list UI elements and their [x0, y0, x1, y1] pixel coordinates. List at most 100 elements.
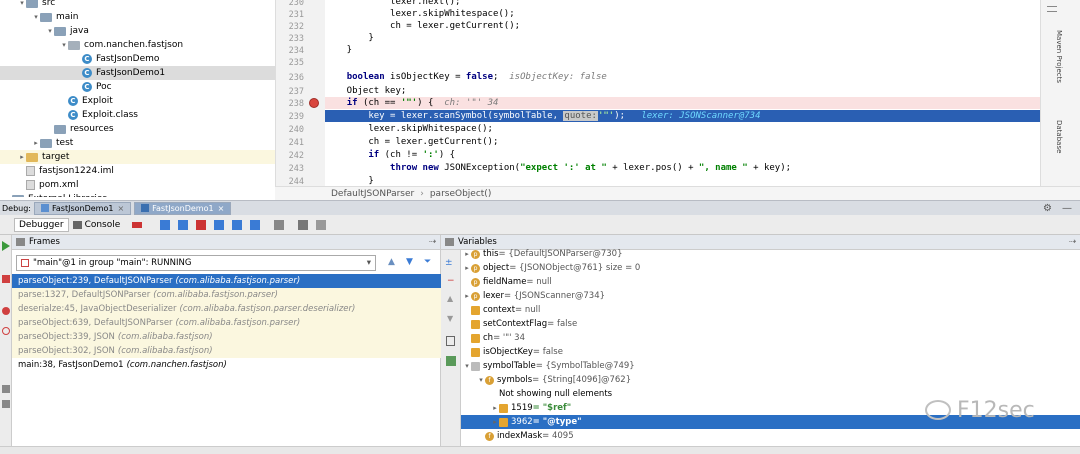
run-to-cursor-icon[interactable] — [250, 219, 261, 230]
chevron-down-icon[interactable]: ▾ — [477, 376, 485, 384]
drop-frame-icon[interactable] — [232, 219, 243, 230]
tree-item[interactable]: fastjson1224.iml — [0, 164, 275, 178]
tree-item[interactable]: ▸ External Libraries — [0, 192, 275, 197]
debug-session-tab[interactable]: FastJsonDemo1 × — [34, 201, 132, 215]
variable-row[interactable]: ▾ f symbols = {String[4096]@762} — [461, 373, 1080, 387]
frame-method: parseObject:302, JSON — [18, 346, 115, 356]
variable-value: = {String[4096]@762} — [532, 375, 632, 385]
close-icon[interactable]: × — [218, 204, 225, 213]
variable-row[interactable]: ▾ symbolTable = {SymbolTable@749} — [461, 359, 1080, 373]
tree-item[interactable]: ▾ src — [0, 0, 275, 10]
evaluate-expression-icon[interactable] — [274, 219, 285, 230]
tree-item[interactable]: ▸ test — [0, 136, 275, 150]
code-editor[interactable]: lexer.next(); lexer.skipWhitespace(); ch… — [325, 0, 1040, 186]
chevron-right-icon[interactable]: ▸ — [32, 139, 40, 147]
frame-row[interactable]: parse:1327, DefaultJSONParser (com.alibab… — [12, 288, 441, 302]
maven-projects-tab[interactable]: Maven Projects — [1055, 30, 1063, 83]
tree-item[interactable]: C FastJsonDemo1 — [0, 66, 275, 80]
variable-row[interactable]: setContextFlag = false — [461, 317, 1080, 331]
thread-selector[interactable]: "main"@1 in group "main": RUNNING ▾ — [16, 255, 376, 271]
step-over-icon[interactable] — [160, 219, 171, 230]
breakpoint-icon[interactable] — [309, 98, 319, 108]
chevron-right-icon[interactable]: ▸ — [463, 264, 471, 272]
mute-breakpoints-icon[interactable] — [2, 327, 10, 335]
force-step-into-icon[interactable] — [196, 219, 207, 230]
restore-layout-icon[interactable]: ⇢ — [1069, 237, 1076, 247]
folder-icon — [40, 12, 52, 22]
chevron-right-icon[interactable]: ▸ — [491, 418, 499, 426]
chevron-right-icon[interactable]: ▸ — [463, 250, 471, 258]
breadcrumb-method[interactable]: parseObject() — [430, 189, 492, 199]
remove-watch-icon[interactable]: − — [447, 276, 455, 286]
tree-item[interactable]: resources — [0, 122, 275, 136]
chevron-down-icon[interactable]: ▾ — [60, 41, 68, 49]
debug-session-tab-active[interactable]: FastJsonDemo1 × — [134, 201, 232, 215]
variables-toolbar: ± − ▲ ▼ — [441, 250, 461, 454]
chevron-right-icon[interactable]: ▸ — [463, 292, 471, 300]
watermark: F12sec — [925, 395, 1035, 425]
class-icon: C — [82, 82, 92, 92]
chevron-right-icon[interactable]: ▸ — [4, 195, 12, 197]
chevron-down-icon[interactable]: ▾ — [367, 258, 371, 268]
variable-row[interactable]: isObjectKey = false — [461, 345, 1080, 359]
new-watch-icon[interactable]: ± — [445, 258, 453, 268]
chevron-down-icon[interactable]: ▾ — [463, 362, 471, 370]
frame-row[interactable]: parseObject:339, JSON (com.alibaba.fastjs… — [12, 330, 441, 344]
move-down-icon[interactable]: ▼ — [447, 314, 453, 323]
tree-item[interactable]: C Exploit — [0, 94, 275, 108]
copy-icon[interactable] — [446, 336, 455, 346]
settings-icon[interactable] — [316, 219, 327, 230]
debug-control-strip — [0, 235, 12, 454]
frame-row[interactable]: parseObject:639, DefaultJSONParser (com.a… — [12, 316, 441, 330]
thread-up-icon[interactable]: ▲ — [388, 257, 395, 267]
editor-gutter[interactable]: 230 231 232 233 234 235 236 237 238 239 240 241 242 2… — [275, 0, 325, 187]
chevron-down-icon[interactable]: ▾ — [32, 13, 40, 21]
settings-icon[interactable] — [2, 400, 10, 408]
tree-item[interactable]: ▾ com.nanchen.fastjson — [0, 38, 275, 52]
variable-row[interactable]: ▸ p object = {JSONObject@761} size = 0 — [461, 261, 1080, 275]
get-thread-dump-icon[interactable] — [2, 385, 10, 393]
filter-icon[interactable]: ⏷ — [424, 257, 431, 267]
step-out-icon[interactable] — [214, 219, 225, 230]
variable-row[interactable]: ch = '"' 34 — [461, 331, 1080, 345]
tree-item[interactable]: C Exploit.class — [0, 108, 275, 122]
frame-row[interactable]: deserialze:45, JavaObjectDeserializer (co… — [12, 302, 441, 316]
chevron-right-icon[interactable]: ▸ — [491, 404, 499, 412]
minimize-icon[interactable]: — — [1062, 203, 1072, 214]
tree-item[interactable]: C Poc — [0, 80, 275, 94]
resume-icon[interactable] — [2, 241, 10, 251]
breadcrumb-class[interactable]: DefaultJSONParser — [331, 189, 414, 199]
move-up-icon[interactable]: ▲ — [447, 294, 453, 303]
frame-row[interactable]: parseObject:239, DefaultJSONParser (com.a… — [12, 274, 441, 288]
show-execution-point-icon[interactable] — [132, 221, 143, 228]
chevron-down-icon[interactable]: ▾ — [46, 27, 54, 35]
show-watches-icon[interactable] — [446, 356, 456, 366]
variable-row[interactable]: ▸ p lexer = {JSONScanner@734} — [461, 289, 1080, 303]
frame-row[interactable]: parseObject:302, JSON (com.alibaba.fastjs… — [12, 344, 441, 358]
stop-icon[interactable] — [2, 275, 10, 283]
tree-item[interactable]: ▾ main — [0, 10, 275, 24]
frame-row[interactable]: main:38, FastJsonDemo1 (com.nanchen.fastj… — [12, 358, 441, 372]
variable-row[interactable]: p fieldName = null — [461, 275, 1080, 289]
variable-row[interactable]: ▸ p this = {DefaultJSONParser@730} — [461, 247, 1080, 261]
close-icon[interactable]: × — [117, 204, 124, 213]
variable-row[interactable]: context = null — [461, 303, 1080, 317]
view-breakpoints-icon[interactable] — [2, 307, 10, 315]
thread-down-icon[interactable]: ▼ — [406, 257, 413, 267]
chevron-down-icon[interactable]: ▾ — [18, 0, 26, 7]
code-line-242: if (ch != ':') { — [368, 150, 456, 160]
restore-layout-icon[interactable]: ⇢ — [429, 237, 436, 247]
layout-icon[interactable] — [298, 219, 309, 230]
menu-icon[interactable] — [1047, 6, 1057, 12]
chevron-right-icon[interactable]: ▸ — [18, 153, 26, 161]
step-into-icon[interactable] — [178, 219, 189, 230]
variable-row[interactable]: f indexMask = 4095 — [461, 429, 1080, 443]
gear-icon[interactable]: ⚙ — [1043, 203, 1052, 214]
tree-item[interactable]: ▸ target — [0, 150, 275, 164]
tree-item[interactable]: C FastJsonDemo — [0, 52, 275, 66]
tree-item[interactable]: pom.xml — [0, 178, 275, 192]
tab-debugger[interactable]: Debugger — [14, 217, 69, 232]
tree-item[interactable]: ▾ java — [0, 24, 275, 38]
database-tab[interactable]: Database — [1055, 120, 1063, 153]
tab-console[interactable]: Console — [69, 218, 125, 232]
